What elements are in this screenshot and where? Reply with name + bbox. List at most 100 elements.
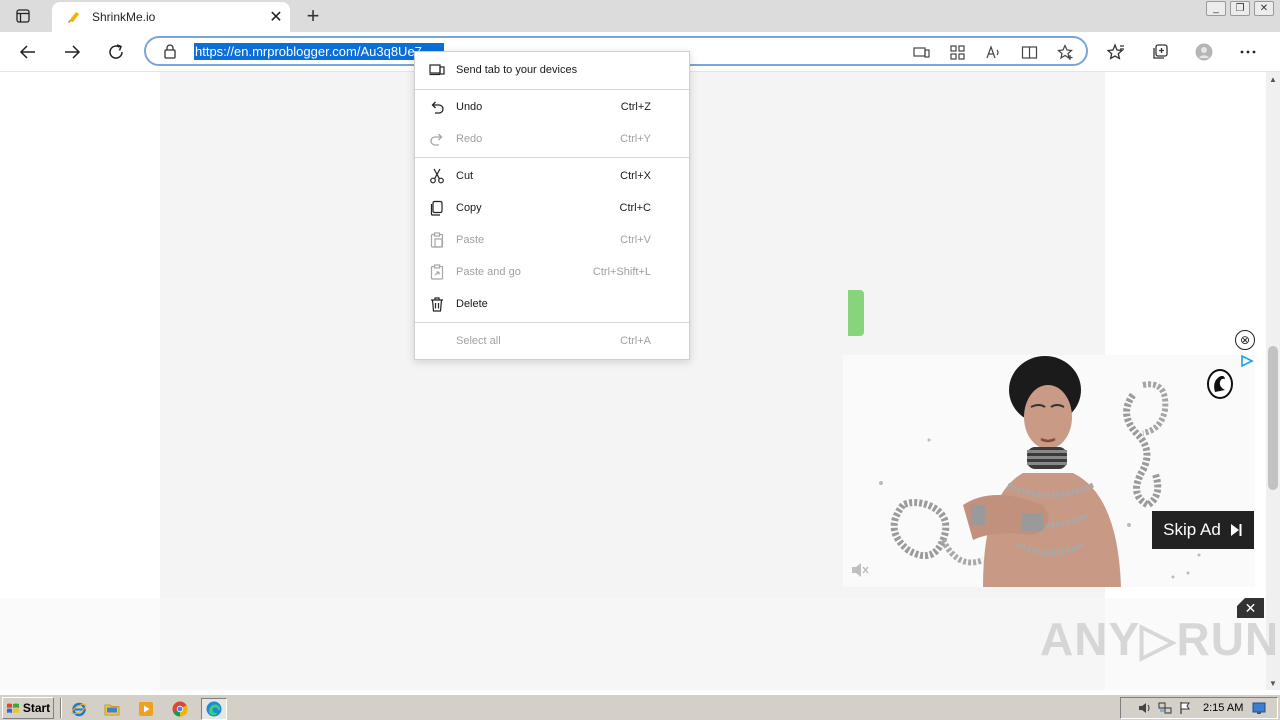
windows-flag-icon	[6, 703, 19, 713]
network-icon	[1158, 702, 1172, 714]
back-arrow-icon	[19, 45, 35, 59]
taskbar-separator	[60, 698, 62, 718]
profile-button[interactable]	[1188, 36, 1220, 68]
collections-icon	[1153, 44, 1168, 59]
refresh-icon	[109, 44, 123, 59]
forward-button[interactable]	[56, 36, 88, 68]
window-controls: _ ❐ ✕	[1206, 1, 1274, 16]
scroll-down-arrow-icon[interactable]: ▼	[1266, 676, 1280, 690]
system-tray: 2:15 AM	[1120, 697, 1278, 719]
paste-icon	[429, 232, 445, 248]
menu-item-paste-and-go[interactable]: Paste and go Ctrl+Shift+L	[415, 257, 689, 287]
address-url-text[interactable]: https://en.mrproblogger.com/Au3q8Ue7	[194, 43, 444, 60]
tray-network[interactable]	[1155, 700, 1175, 716]
restore-button[interactable]: ❐	[1230, 1, 1250, 16]
device-icon[interactable]	[910, 42, 932, 62]
taskbar-edge[interactable]	[201, 698, 227, 720]
mute-icon[interactable]	[850, 561, 870, 579]
menu-item-label: Send tab to your devices	[456, 64, 578, 76]
swan-logo-icon	[1207, 369, 1233, 399]
menu-item-redo[interactable]: Redo Ctrl+Y	[415, 124, 689, 154]
menu-item-shortcut: Ctrl+V	[620, 234, 651, 246]
taskbar-ie[interactable]	[66, 698, 92, 720]
flag-icon	[1180, 702, 1190, 714]
menu-item-send-tab[interactable]: Send tab to your devices	[415, 55, 689, 85]
scroll-up-arrow-icon[interactable]: ▲	[1266, 72, 1280, 86]
delete-icon	[429, 296, 445, 312]
edge-icon	[206, 701, 222, 717]
refresh-button[interactable]	[100, 36, 132, 68]
browser-tab[interactable]: ShrinkMe.io ✕	[52, 2, 290, 32]
read-aloud-icon[interactable]	[982, 42, 1004, 62]
split-screen-icon[interactable]	[1018, 42, 1040, 62]
start-button[interactable]: Start	[2, 697, 54, 719]
new-tab-button[interactable]: +	[300, 3, 326, 28]
menu-item-copy[interactable]: Copy Ctrl+C	[415, 193, 689, 223]
taskbar-chrome[interactable]	[167, 698, 193, 720]
collections-button[interactable]	[1144, 36, 1176, 68]
add-favorite-icon[interactable]	[1054, 42, 1076, 62]
tab-actions-button[interactable]	[8, 4, 38, 28]
forward-arrow-icon	[65, 45, 81, 59]
back-button[interactable]	[12, 36, 44, 68]
tab-actions-icon	[16, 9, 30, 23]
skip-ad-label: Skip Ad	[1163, 520, 1221, 539]
menu-item-shortcut: Ctrl+C	[619, 202, 651, 214]
video-ad[interactable]	[843, 355, 1255, 587]
bottom-banner-inner	[160, 598, 1105, 690]
avatar-icon	[1195, 43, 1213, 61]
internet-explorer-icon	[71, 702, 87, 717]
menu-item-undo[interactable]: Undo Ctrl+Z	[415, 92, 689, 122]
adchoices-icon[interactable]	[1240, 355, 1254, 367]
favorites-icon	[1107, 43, 1124, 60]
folder-icon	[104, 704, 120, 716]
send-tab-icon	[429, 62, 445, 78]
favorites-button[interactable]	[1100, 36, 1132, 68]
menu-item-label: Copy	[456, 202, 482, 214]
tab-close-button[interactable]: ✕	[262, 5, 290, 29]
media-player-icon	[139, 702, 153, 716]
ad-dismiss-button[interactable]: ⊗	[1235, 330, 1255, 350]
tray-volume[interactable]	[1135, 700, 1155, 716]
ad-image	[843, 355, 1255, 587]
tray-show-desktop[interactable]	[1249, 700, 1269, 716]
menu-item-cut[interactable]: Cut Ctrl+X	[415, 161, 689, 191]
taskbar-explorer[interactable]	[99, 698, 125, 720]
green-action-button[interactable]	[848, 290, 864, 336]
skip-next-icon	[1230, 524, 1242, 536]
toolbar-right-actions	[1100, 36, 1264, 68]
tray-action-center[interactable]	[1175, 700, 1195, 716]
apps-icon[interactable]	[946, 42, 968, 62]
menu-separator	[415, 89, 689, 90]
menu-separator	[415, 157, 689, 158]
taskbar-media-player[interactable]	[133, 698, 159, 720]
close-window-button[interactable]: ✕	[1254, 1, 1274, 16]
menu-item-select-all[interactable]: Select all Ctrl+A	[415, 326, 689, 356]
menu-item-label: Undo	[456, 101, 483, 113]
chrome-icon	[172, 701, 188, 717]
lock-icon[interactable]	[162, 43, 178, 59]
more-dots-icon	[1240, 50, 1256, 54]
shrinkme-favicon-icon	[68, 12, 79, 23]
taskbar-clock[interactable]: 2:15 AM	[1203, 702, 1243, 714]
redo-icon	[429, 131, 445, 147]
menu-item-label: Paste and go	[456, 266, 521, 278]
minimize-button[interactable]: _	[1206, 1, 1226, 16]
menu-item-paste[interactable]: Paste Ctrl+V	[415, 225, 689, 255]
tab-strip: ShrinkMe.io ✕ + _ ❐ ✕	[0, 0, 1280, 32]
menu-item-label: Delete	[456, 298, 488, 310]
copy-icon	[429, 200, 445, 216]
menu-item-label: Select all	[456, 335, 501, 347]
tab-title: ShrinkMe.io	[92, 10, 156, 24]
settings-more-button[interactable]	[1232, 36, 1264, 68]
menu-item-shortcut: Ctrl+X	[620, 170, 651, 182]
skip-ad-button[interactable]: Skip Ad	[1152, 511, 1254, 549]
address-bar-actions	[910, 42, 1076, 62]
menu-item-shortcut: Ctrl+A	[620, 335, 651, 347]
menu-item-label: Paste	[456, 234, 485, 246]
desktop-icon	[1252, 702, 1266, 714]
menu-item-shortcut: Ctrl+Shift+L	[592, 266, 651, 278]
scroll-thumb[interactable]	[1268, 346, 1278, 490]
menu-item-delete[interactable]: Delete	[415, 289, 689, 319]
page-scrollbar[interactable]: ▲ ▼	[1266, 72, 1280, 690]
